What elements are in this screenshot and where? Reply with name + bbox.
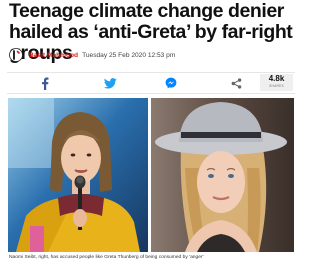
share-bar: 4.8k SHARES [7, 72, 295, 94]
twitter-icon [103, 77, 117, 88]
share-button[interactable] [226, 75, 246, 91]
facebook-share-button[interactable] [35, 75, 55, 91]
share-count: 4.8k SHARES [260, 74, 293, 91]
photo-caption: Naomi Seibt, right, has accused people l… [9, 255, 204, 260]
messenger-icon [165, 77, 177, 89]
article-date: Tuesday 25 Feb 2020 12:53 pm [82, 51, 176, 59]
photo-greta-thunberg [8, 98, 148, 252]
share-count-label: SHARES [269, 84, 284, 88]
share-icon [231, 77, 241, 89]
twitter-share-button[interactable] [100, 75, 120, 91]
photo-naomi-seibt [151, 98, 294, 252]
messenger-share-button[interactable] [161, 75, 181, 91]
author-logo-icon [9, 48, 23, 62]
facebook-icon [42, 77, 49, 90]
share-count-number: 4.8k [268, 74, 285, 83]
author-name[interactable]: Basit Mahmood [29, 52, 78, 59]
article-byline: Basit Mahmood Tuesday 25 Feb 2020 12:53 … [9, 46, 295, 64]
